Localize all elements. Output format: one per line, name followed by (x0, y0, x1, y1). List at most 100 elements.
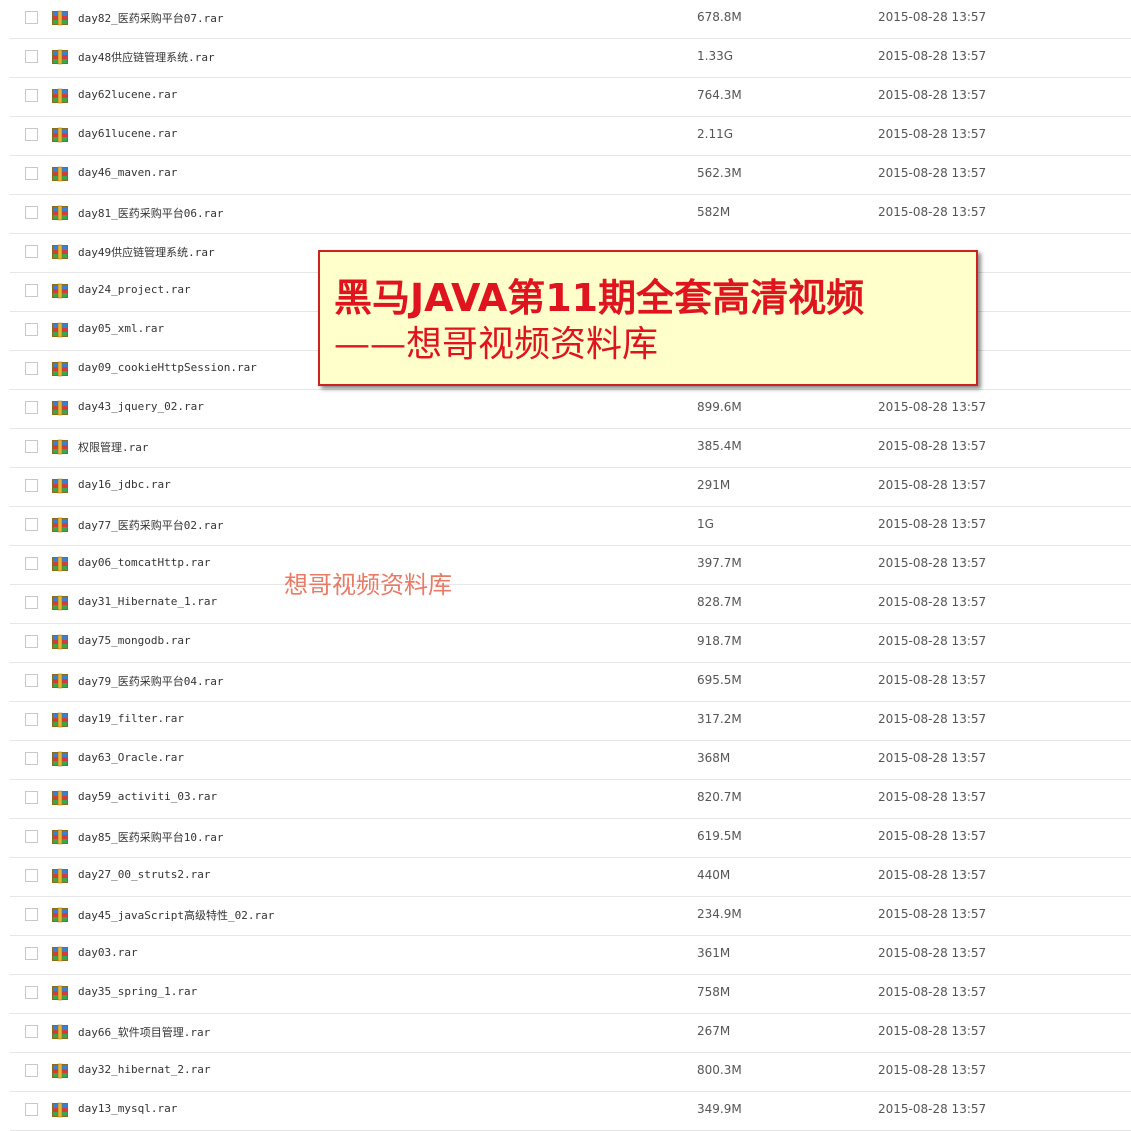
watermark-title: 黑马JAVA第11期全套高清视频 (334, 276, 865, 320)
file-row[interactable]: day59_activiti_03.rar 820.7M 2015-08-28 13… (10, 780, 1131, 819)
file-row[interactable]: day77_医药采购平台02.rar 1G 2015-08-28 13:57 (10, 507, 1131, 546)
row-checkbox[interactable] (25, 596, 38, 609)
file-row[interactable]: day66_软件项目管理.rar 267M 2015-08-28 13:57 (10, 1014, 1131, 1053)
rar-archive-icon (52, 283, 68, 299)
row-checkbox[interactable] (25, 557, 38, 570)
file-name[interactable]: day75_mongodb.rar (78, 634, 191, 647)
file-name[interactable]: day82_医药采购平台07.rar (78, 10, 223, 26)
row-checkbox[interactable] (25, 713, 38, 726)
file-name[interactable]: day77_医药采购平台02.rar (78, 517, 223, 533)
file-size: 918.7M (697, 634, 742, 648)
row-checkbox[interactable] (25, 206, 38, 219)
file-row[interactable]: day85_医药采购平台10.rar 619.5M 2015-08-28 13:57 (10, 819, 1131, 858)
row-checkbox[interactable] (25, 284, 38, 297)
rar-archive-icon (52, 712, 68, 728)
file-name[interactable]: day27_00_struts2.rar (78, 868, 210, 881)
row-checkbox[interactable] (25, 323, 38, 336)
row-checkbox[interactable] (25, 518, 38, 531)
row-checkbox[interactable] (25, 1025, 38, 1038)
file-name[interactable]: day35_spring_1.rar (78, 985, 197, 998)
file-row[interactable]: day13_mysql.rar 349.9M 2015-08-28 13:57 (10, 1092, 1131, 1131)
file-row[interactable]: day46_maven.rar 562.3M 2015-08-28 13:57 (10, 156, 1131, 195)
file-name[interactable]: day19_filter.rar (78, 712, 184, 725)
row-checkbox[interactable] (25, 674, 38, 687)
file-name[interactable]: day62lucene.rar (78, 88, 177, 101)
file-row[interactable]: day27_00_struts2.rar 440M 2015-08-28 13:57 (10, 858, 1131, 897)
row-checkbox[interactable] (25, 791, 38, 804)
row-checkbox[interactable] (25, 50, 38, 63)
file-row[interactable]: day63_Oracle.rar 368M 2015-08-28 13:57 (10, 741, 1131, 780)
file-date: 2015-08-28 13:57 (878, 556, 987, 570)
row-checkbox[interactable] (25, 89, 38, 102)
file-name[interactable]: day32_hibernat_2.rar (78, 1063, 210, 1076)
file-row[interactable]: day16_jdbc.rar 291M 2015-08-28 13:57 (10, 468, 1131, 507)
row-checkbox[interactable] (25, 869, 38, 882)
row-checkbox[interactable] (25, 440, 38, 453)
file-name[interactable]: day61lucene.rar (78, 127, 177, 140)
file-row[interactable]: day03.rar 361M 2015-08-28 13:57 (10, 936, 1131, 975)
file-name[interactable]: day46_maven.rar (78, 166, 177, 179)
file-name[interactable]: day09_cookieHttpSession.rar (78, 361, 257, 374)
file-name[interactable]: day24_project.rar (78, 283, 191, 296)
file-row[interactable]: 权限管理.rar 385.4M 2015-08-28 13:57 (10, 429, 1131, 468)
file-name[interactable]: day06_tomcatHttp.rar (78, 556, 210, 569)
row-checkbox[interactable] (25, 947, 38, 960)
file-size: 2.11G (697, 127, 734, 141)
row-checkbox[interactable] (25, 1064, 38, 1077)
row-checkbox[interactable] (25, 635, 38, 648)
file-row[interactable]: day61lucene.rar 2.11G 2015-08-28 13:57 (10, 117, 1131, 156)
row-checkbox[interactable] (25, 245, 38, 258)
file-row[interactable]: day31_Hibernate_1.rar 828.7M 2015-08-28 13… (10, 585, 1131, 624)
file-row[interactable]: day32_hibernat_2.rar 800.3M 2015-08-28 13:… (10, 1053, 1131, 1092)
file-name[interactable]: day05_xml.rar (78, 322, 164, 335)
file-row[interactable]: day62lucene.rar 764.3M 2015-08-28 13:57 (10, 78, 1131, 117)
file-row[interactable]: day06_tomcatHttp.rar 397.7M 2015-08-28 13:… (10, 546, 1131, 585)
file-name[interactable]: day79_医药采购平台04.rar (78, 673, 223, 689)
file-row[interactable]: day81_医药采购平台06.rar 582M 2015-08-28 13:57 (10, 195, 1131, 234)
file-row[interactable]: day48供应链管理系统.rar 1.33G 2015-08-28 13:57 (10, 39, 1131, 78)
file-name[interactable]: 权限管理.rar (78, 439, 149, 455)
rar-archive-icon (52, 790, 68, 806)
row-checkbox[interactable] (25, 830, 38, 843)
row-checkbox[interactable] (25, 11, 38, 24)
rar-archive-icon (52, 673, 68, 689)
file-row[interactable]: day35_spring_1.rar 758M 2015-08-28 13:57 (10, 975, 1131, 1014)
file-row[interactable]: day43_jquery_02.rar 899.6M 2015-08-28 13:5… (10, 390, 1131, 429)
file-date: 2015-08-28 13:57 (878, 829, 987, 843)
file-size: 385.4M (697, 439, 742, 453)
row-checkbox[interactable] (25, 986, 38, 999)
file-name[interactable]: day63_Oracle.rar (78, 751, 184, 764)
rar-archive-icon (52, 361, 68, 377)
row-checkbox[interactable] (25, 362, 38, 375)
file-row[interactable]: day82_医药采购平台07.rar 678.8M 2015-08-28 13:57 (10, 0, 1131, 39)
row-checkbox[interactable] (25, 479, 38, 492)
rar-archive-icon (52, 166, 68, 182)
file-name[interactable]: day13_mysql.rar (78, 1102, 177, 1115)
row-checkbox[interactable] (25, 401, 38, 414)
file-name[interactable]: day66_软件项目管理.rar (78, 1024, 210, 1040)
rar-archive-icon (52, 751, 68, 767)
file-name[interactable]: day48供应链管理系统.rar (78, 49, 215, 65)
file-row[interactable]: day45_javaScript高级特性_02.rar 234.9M 2015-08… (10, 897, 1131, 936)
file-name[interactable]: day81_医药采购平台06.rar (78, 205, 223, 221)
file-date: 2015-08-28 13:57 (878, 127, 987, 141)
file-date: 2015-08-28 13:57 (878, 712, 987, 726)
rar-archive-icon (52, 10, 68, 26)
file-name[interactable]: day49供应链管理系统.rar (78, 244, 215, 260)
row-checkbox[interactable] (25, 167, 38, 180)
file-name[interactable]: day45_javaScript高级特性_02.rar (78, 907, 274, 923)
file-name[interactable]: day03.rar (78, 946, 138, 959)
file-name[interactable]: day85_医药采购平台10.rar (78, 829, 223, 845)
file-row[interactable]: day19_filter.rar 317.2M 2015-08-28 13:57 (10, 702, 1131, 741)
file-name[interactable]: day31_Hibernate_1.rar (78, 595, 217, 608)
file-date: 2015-08-28 13:57 (878, 946, 987, 960)
file-name[interactable]: day16_jdbc.rar (78, 478, 171, 491)
file-name[interactable]: day43_jquery_02.rar (78, 400, 204, 413)
row-checkbox[interactable] (25, 908, 38, 921)
row-checkbox[interactable] (25, 128, 38, 141)
row-checkbox[interactable] (25, 1103, 38, 1116)
file-row[interactable]: day79_医药采购平台04.rar 695.5M 2015-08-28 13:57 (10, 663, 1131, 702)
row-checkbox[interactable] (25, 752, 38, 765)
file-name[interactable]: day59_activiti_03.rar (78, 790, 217, 803)
file-row[interactable]: day75_mongodb.rar 918.7M 2015-08-28 13:57 (10, 624, 1131, 663)
